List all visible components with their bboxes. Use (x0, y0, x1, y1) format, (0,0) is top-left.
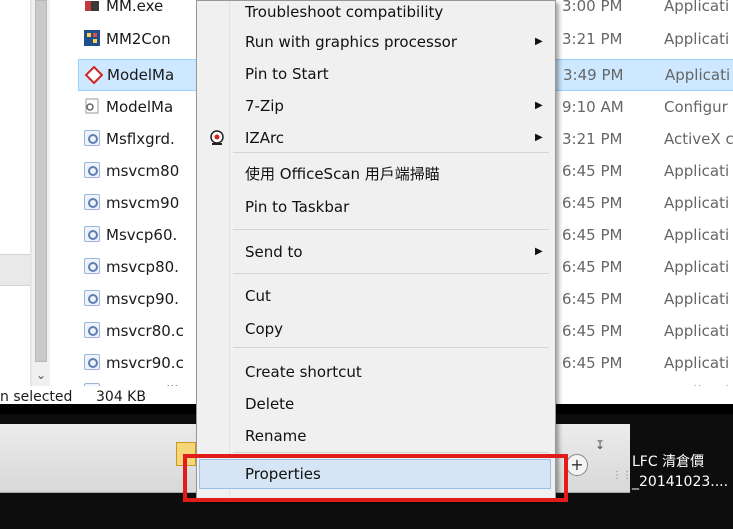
dll-icon (84, 226, 100, 242)
notification-line-2: _20141023.... (632, 474, 729, 490)
menu-item-label: Troubleshoot compatibility (245, 3, 444, 21)
menu-item-pin-taskbar[interactable]: Pin to Taskbar (199, 192, 551, 222)
menu-item-create-shortcut[interactable]: Create shortcut (199, 357, 551, 387)
menu-item-label: Send to (245, 243, 303, 261)
menu-item-label: Cut (245, 287, 271, 305)
menu-separator (233, 347, 549, 348)
file-type: Configur (664, 98, 728, 116)
file-time: 6:45 PM (562, 290, 623, 308)
menu-item-copy[interactable]: Copy (199, 314, 551, 344)
submenu-arrow-icon: ▶ (535, 36, 543, 47)
file-time: 3:00 PM (562, 0, 623, 15)
file-time: 6:45 PM (562, 162, 623, 180)
file-type: Applicati (664, 0, 730, 15)
submenu-arrow-icon: ▶ (535, 100, 543, 111)
config-file-icon (84, 98, 100, 114)
menu-separator (233, 152, 549, 153)
diamond-app-icon (84, 65, 104, 85)
file-type: ActiveX c (664, 130, 733, 148)
menu-item-label: 使用 OfficeScan 用戶端掃瞄 (245, 165, 440, 183)
menu-separator (233, 273, 549, 274)
selection-size: 304 KB (96, 389, 146, 404)
dll-icon (84, 162, 100, 178)
menu-item-label: Delete (245, 395, 295, 413)
file-time: 3:21 PM (562, 130, 623, 148)
file-time: 6:45 PM (562, 194, 623, 212)
file-name: Msflxgrd. (106, 130, 175, 148)
menu-item-troubleshoot[interactable]: Troubleshoot compatibility (199, 0, 551, 27)
file-time: 9:10 AM (562, 98, 624, 116)
menu-item-rename[interactable]: Rename (199, 421, 551, 451)
notification-line-1: LFC 清倉價 (632, 454, 705, 470)
menu-item-label: Pin to Taskbar (245, 198, 350, 216)
menu-item-label: IZArc (245, 129, 285, 147)
menu-item-pin-start[interactable]: Pin to Start (199, 59, 551, 89)
file-name: MM2Con (106, 30, 171, 48)
file-name: msvcm80 (106, 162, 180, 180)
file-type: Applicati (664, 194, 730, 212)
file-type: Applicati (664, 290, 730, 308)
file-time: 3:21 PM (562, 30, 623, 48)
file-type: Applicati (664, 258, 730, 276)
menu-item-label: Pin to Start (245, 65, 329, 83)
file-name: msvcp80. (106, 258, 179, 276)
menu-item-run-graphics[interactable]: Run with graphics processor ▶ (199, 27, 551, 57)
menu-separator (233, 229, 549, 230)
izarc-icon (209, 130, 225, 146)
context-menu: Troubleshoot compatibility Run with grap… (196, 0, 556, 500)
file-name: msvcm90 (106, 194, 180, 212)
scroll-down-arrow-icon[interactable]: ⌄ (32, 366, 50, 384)
file-time: 3:49 PM (563, 66, 624, 84)
selection-count: n selected (0, 389, 73, 404)
file-time: 6:45 PM (562, 354, 623, 372)
app-icon (84, 0, 100, 13)
chevron-down-icon[interactable]: ↧ (595, 438, 605, 452)
menu-item-7zip[interactable]: 7-Zip ▶ (199, 91, 551, 121)
dll-icon (84, 130, 100, 146)
file-name: msvcp90. (106, 290, 179, 308)
menu-separator (233, 452, 549, 453)
file-type: Applicati (664, 322, 730, 340)
nav-selected-item[interactable] (0, 254, 30, 286)
file-type: Applicati (664, 226, 730, 244)
menu-item-label: Rename (245, 427, 307, 445)
navigation-pane (0, 0, 31, 404)
menu-item-label: Create shortcut (245, 363, 362, 381)
file-name: ModelMa (107, 66, 175, 84)
file-time: 6:45 PM (562, 258, 623, 276)
menu-item-label: Copy (245, 320, 284, 338)
menu-item-label: 7-Zip (245, 97, 284, 115)
file-type: Applicati (664, 162, 730, 180)
file-type: Applicati (664, 354, 730, 372)
dll-icon (84, 354, 100, 370)
file-type: Applicati (665, 66, 731, 84)
file-name: ModelMa (106, 98, 174, 116)
add-icon[interactable]: + (566, 454, 588, 476)
taskbar-notification[interactable]: LFC 清倉價 _20141023.... (632, 452, 728, 492)
menu-item-label: Run with graphics processor (245, 33, 458, 51)
file-type: Applicati (664, 30, 730, 48)
file-name: msvcr90.c (106, 354, 184, 372)
menu-item-izarc[interactable]: IZArc ▶ (199, 123, 551, 153)
file-name: MM.exe (106, 0, 164, 15)
dll-icon (84, 322, 100, 338)
menu-item-cut[interactable]: Cut (199, 281, 551, 311)
dll-icon (84, 258, 100, 274)
menu-item-send-to[interactable]: Send to ▶ (199, 237, 551, 267)
dll-icon (84, 290, 100, 306)
submenu-arrow-icon: ▶ (535, 132, 543, 143)
file-name: msvcr80.c (106, 322, 184, 340)
vertical-scrollbar[interactable]: ⌄ (31, 0, 50, 386)
menu-item-officescan[interactable]: 使用 OfficeScan 用戶端掃瞄 (199, 159, 551, 189)
file-name: Msvcp60. (106, 226, 178, 244)
file-time: 6:45 PM (562, 322, 623, 340)
file-time: 6:45 PM (562, 226, 623, 244)
resize-grip-icon[interactable]: ⋮⋮ (612, 470, 632, 481)
scrollbar-thumb[interactable] (35, 0, 47, 362)
highlight-annotation (183, 454, 568, 502)
submenu-arrow-icon: ▶ (535, 246, 543, 257)
dll-icon (84, 194, 100, 210)
puzzle-app-icon (84, 30, 100, 46)
menu-item-delete[interactable]: Delete (199, 389, 551, 419)
